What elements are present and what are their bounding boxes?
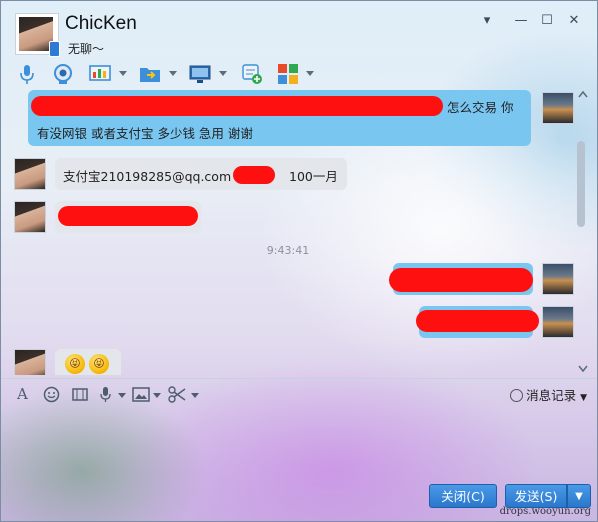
contact-avatar-small[interactable] — [14, 201, 46, 233]
redaction-mark — [58, 206, 198, 226]
avatar-photo — [19, 17, 53, 51]
emoji-face-icon: 😝 — [65, 354, 85, 374]
video-camera-icon[interactable] — [52, 63, 74, 85]
voice-message-icon[interactable] — [99, 386, 112, 403]
message-text: 有没网银 或者支付宝 多少钱 急用 谢谢 — [37, 126, 253, 141]
menu-dropdown-icon[interactable]: ▾ — [477, 13, 497, 28]
contact-avatar[interactable] — [15, 13, 60, 57]
emoji-icon[interactable] — [43, 386, 60, 403]
font-icon[interactable]: A — [17, 385, 28, 403]
close-button[interactable]: 关闭(C) — [429, 484, 497, 508]
chevron-down-icon: ▼ — [580, 393, 587, 403]
chevron-down-icon[interactable] — [169, 71, 177, 76]
image-icon[interactable] — [132, 387, 150, 402]
redaction-mark — [389, 268, 533, 292]
close-window-button[interactable]: ✕ — [564, 13, 584, 28]
contact-avatar-small[interactable] — [14, 349, 46, 375]
scroll-down-icon[interactable] — [578, 365, 588, 373]
chevron-down-icon[interactable] — [219, 71, 227, 76]
contact-name[interactable]: ChicKen — [65, 13, 137, 35]
send-button[interactable]: 发送(S) — [505, 484, 567, 508]
chat-scrollbar[interactable] — [575, 88, 591, 375]
remote-desktop-icon[interactable] — [189, 63, 211, 85]
chat-window: ChicKen 无聊～ ▾ — ☐ ✕ 怎么交易 你 有没网银 或者支付宝 多少… — [0, 0, 598, 522]
chevron-down-icon[interactable] — [119, 71, 127, 76]
redaction-mark — [31, 96, 443, 116]
message-text: 怎么交易 你 — [447, 100, 514, 115]
screen-share-icon[interactable] — [89, 63, 111, 85]
screenshot-icon[interactable] — [71, 386, 89, 403]
apps-icon[interactable] — [277, 63, 299, 85]
message-text: 支付宝210198285@qq.com — [63, 169, 232, 184]
self-avatar[interactable] — [542, 263, 574, 295]
message-timestamp: 9:43:41 — [266, 244, 310, 257]
minimize-button[interactable]: — — [511, 13, 531, 28]
message-text: 100一月 — [289, 169, 338, 184]
contact-status: 无聊～ — [68, 42, 105, 56]
message-input[interactable] — [5, 405, 591, 481]
history-label: 消息记录 — [526, 388, 577, 403]
watermark: drops.wooyun.org — [499, 506, 591, 517]
chevron-down-icon[interactable] — [191, 393, 199, 398]
send-options-button[interactable]: ▼ — [567, 484, 591, 508]
mobile-online-icon — [49, 41, 60, 57]
microphone-icon[interactable] — [16, 63, 38, 85]
self-avatar[interactable] — [542, 306, 574, 338]
clock-icon — [510, 389, 524, 402]
file-transfer-icon[interactable] — [139, 63, 161, 85]
redaction-mark — [233, 166, 275, 184]
emoji-face-icon: 😝 — [89, 354, 109, 374]
divider — [1, 378, 597, 379]
redaction-mark — [416, 310, 539, 332]
scissors-icon[interactable] — [168, 386, 186, 403]
group-chat-icon[interactable] — [241, 63, 263, 85]
chevron-down-icon[interactable] — [306, 71, 314, 76]
self-avatar[interactable] — [542, 92, 574, 124]
chevron-down-icon[interactable] — [153, 393, 161, 398]
scrollbar-thumb[interactable] — [577, 141, 585, 227]
maximize-button[interactable]: ☐ — [537, 13, 557, 28]
message-history-button[interactable]: 消息记录 ▼ — [510, 385, 587, 404]
chevron-down-icon[interactable] — [118, 393, 126, 398]
message-list[interactable]: 怎么交易 你 有没网银 或者支付宝 多少钱 急用 谢谢 支付宝210198285… — [1, 88, 575, 375]
scroll-up-icon[interactable] — [578, 90, 588, 98]
contact-avatar-small[interactable] — [14, 158, 46, 190]
